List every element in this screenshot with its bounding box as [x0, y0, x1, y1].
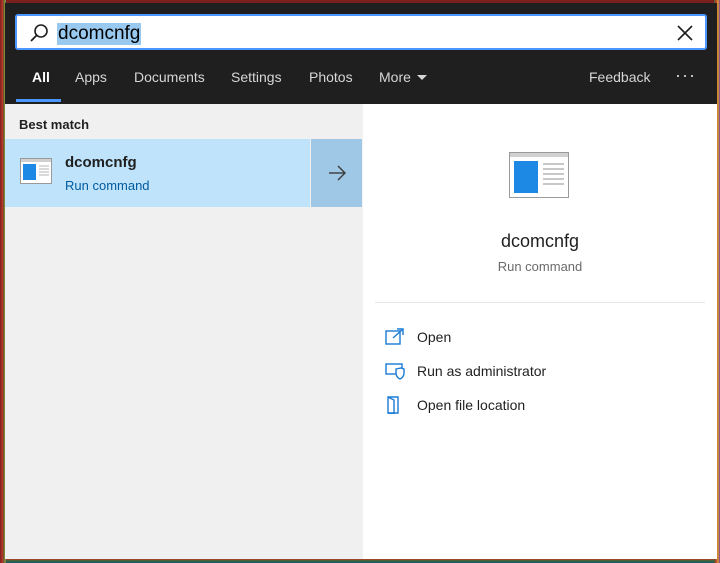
search-header: dcomcnfg All Apps Documents Settings Pho…	[5, 3, 717, 104]
result-subtitle: Run command	[65, 178, 150, 193]
search-panel: dcomcnfg All Apps Documents Settings Pho…	[5, 3, 717, 559]
tab-more[interactable]: More	[379, 64, 427, 102]
section-heading: Best match	[19, 117, 90, 132]
search-icon	[30, 24, 48, 42]
run-command-large-icon	[509, 152, 569, 198]
results-pane: Best match dcomcnfg Run command	[5, 104, 362, 559]
feedback-button[interactable]: Feedback	[589, 64, 650, 90]
action-run-as-admin-label: Run as administrator	[417, 363, 547, 379]
search-input[interactable]: dcomcnfg	[15, 14, 707, 50]
close-icon[interactable]	[675, 23, 695, 43]
action-open-label: Open	[417, 329, 452, 345]
detail-subtitle: Run command	[497, 259, 583, 274]
arrow-right-icon	[329, 165, 346, 181]
active-tab-indicator	[16, 99, 61, 102]
tab-documents[interactable]: Documents	[134, 64, 205, 102]
tab-more-label: More	[379, 69, 411, 85]
action-open-file-location-label: Open file location	[417, 397, 526, 413]
run-command-icon	[20, 158, 52, 184]
tab-settings[interactable]: Settings	[231, 64, 282, 102]
folder-icon	[387, 396, 399, 414]
result-title: dcomcnfg	[65, 154, 137, 171]
tab-all[interactable]: All	[32, 64, 50, 102]
tab-photos[interactable]: Photos	[309, 64, 353, 102]
best-match-result[interactable]: dcomcnfg Run command	[5, 139, 310, 207]
details-pane: dcomcnfg Run command Open Run as adminis…	[363, 104, 717, 559]
open-icon	[385, 328, 404, 345]
shield-icon	[385, 363, 405, 380]
chevron-down-icon	[416, 75, 427, 80]
tab-apps[interactable]: Apps	[75, 64, 107, 102]
detail-title: dcomcnfg	[500, 231, 580, 251]
divider	[375, 302, 705, 303]
more-options-button[interactable]: ···	[675, 62, 696, 88]
expand-result-button[interactable]	[311, 139, 362, 207]
search-query[interactable]: dcomcnfg	[57, 23, 142, 45]
